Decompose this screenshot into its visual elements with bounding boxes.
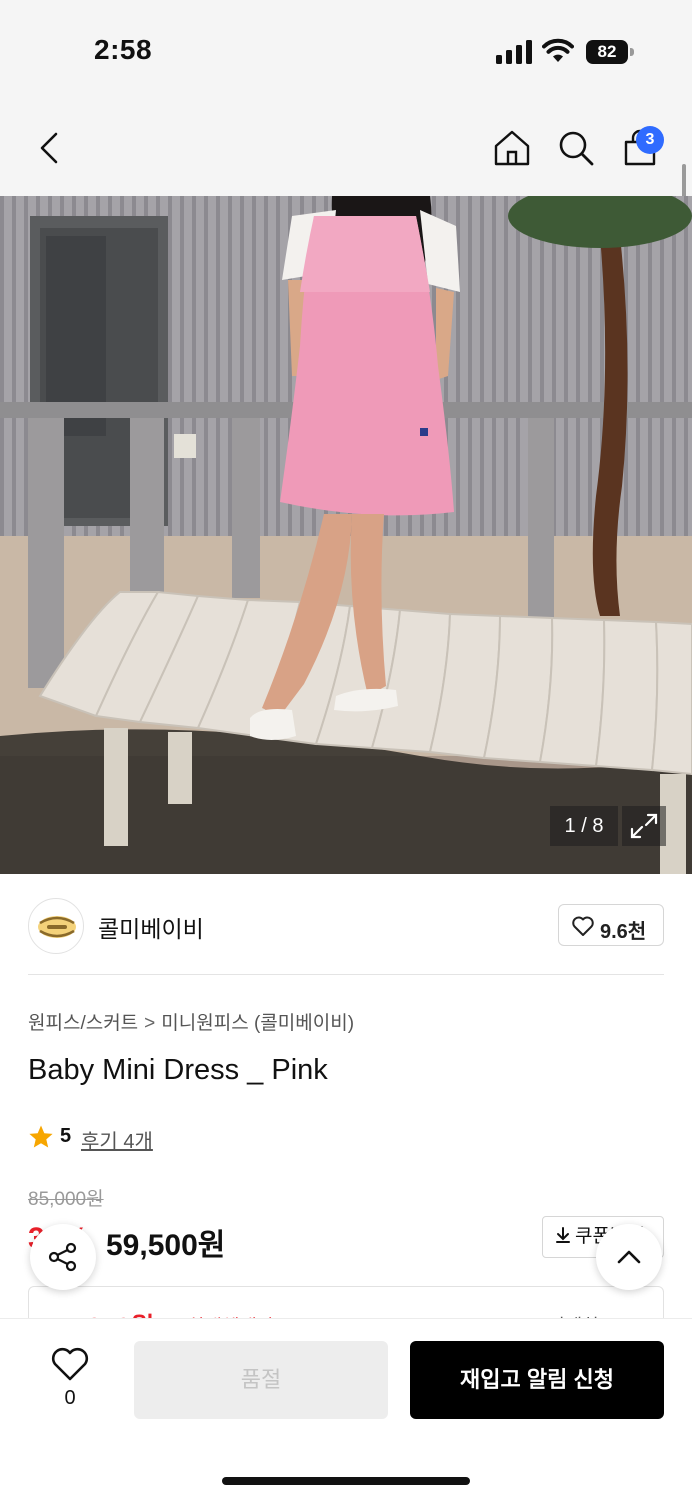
breadcrumb-subcategory[interactable]: 미니원피스 (콜미베이비) [161,1013,354,1034]
status-bar: 2:58 82 [0,0,692,98]
breadcrumb-category[interactable]: 원피스/스커트 [28,1013,138,1034]
signal-icon [496,40,532,64]
wishlist-count: 0 [64,1387,76,1409]
product-photo [0,196,692,874]
image-counter: 1 / 8 [550,806,618,846]
status-time: 2:58 [94,34,153,65]
product-title: Baby Mini Dress _ Pink [28,1054,328,1086]
sale-price: 59,500원 [106,1229,226,1262]
battery-level: 82 [586,40,628,64]
scroll-to-top-button[interactable] [596,1224,662,1290]
cart-count-badge: 3 [636,126,664,154]
home-icon[interactable] [492,128,532,168]
bottom-action-bar: 0 품절 재입고 알림 신청 [0,1318,692,1500]
soldout-button[interactable]: 품절 [134,1341,388,1419]
section-divider [28,974,664,975]
review-link[interactable]: 후기 4개 [81,1125,153,1154]
wishlist-heart-icon[interactable] [50,1345,90,1383]
expand-icon [630,813,658,839]
product-image[interactable] [0,196,692,874]
heart-icon [572,916,594,936]
chevron-up-icon [617,1250,641,1264]
share-icon [48,1242,77,1272]
share-button[interactable] [30,1224,96,1290]
download-icon [556,1227,570,1243]
brand-like-button[interactable]: 9.6천 [558,904,664,946]
brand-row: 콜미베이비 9.6천 [0,874,692,976]
back-icon[interactable] [30,128,70,168]
brand-logo-graphic [38,916,76,938]
rating-score: 5 [60,1125,72,1147]
brand-name[interactable]: 콜미베이비 [98,910,204,944]
brand-like-count: 9.6천 [600,921,647,943]
search-icon[interactable] [556,128,596,168]
home-indicator [222,1477,470,1485]
brand-logo[interactable] [28,898,84,954]
restock-alert-button[interactable]: 재입고 알림 신청 [410,1341,664,1419]
breadcrumb-separator: > [144,1013,156,1034]
star-icon [29,1125,53,1148]
battery-icon: 82 [586,40,634,64]
breadcrumb: 원피스/스커트 > 미니원피스 (콜미베이비) [28,1008,354,1035]
expand-image-button[interactable] [622,806,666,846]
nav-bar [0,98,692,196]
original-price: 85,000원 [28,1189,104,1210]
wifi-icon [542,38,574,62]
